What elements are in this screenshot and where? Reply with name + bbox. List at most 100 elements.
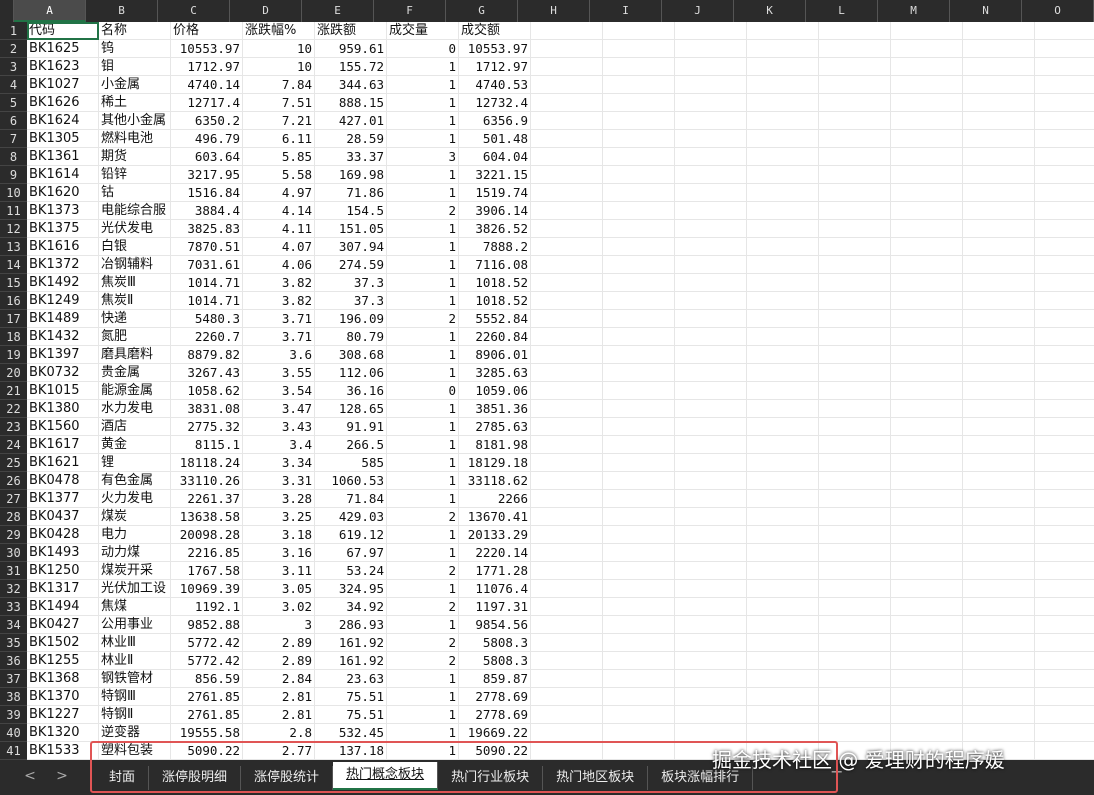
cell[interactable] xyxy=(531,742,603,760)
cell[interactable] xyxy=(1035,724,1094,742)
cell[interactable] xyxy=(963,256,1035,274)
row-number[interactable]: 19 xyxy=(0,346,27,364)
cell[interactable]: 286.93 xyxy=(315,616,387,634)
cell[interactable]: 有色金属 xyxy=(99,472,171,490)
cell[interactable] xyxy=(819,166,891,184)
row-number[interactable]: 27 xyxy=(0,490,27,508)
cell[interactable] xyxy=(603,436,675,454)
cell[interactable] xyxy=(963,184,1035,202)
cell[interactable] xyxy=(603,652,675,670)
row-number[interactable]: 31 xyxy=(0,562,27,580)
cell[interactable] xyxy=(1035,526,1094,544)
cell[interactable]: 1058.62 xyxy=(171,382,243,400)
cell[interactable]: 856.59 xyxy=(171,670,243,688)
cell[interactable] xyxy=(1035,616,1094,634)
cell[interactable]: 1 xyxy=(387,670,459,688)
cell[interactable]: 2761.85 xyxy=(171,706,243,724)
cell[interactable]: 冶钢辅料 xyxy=(99,256,171,274)
cell[interactable] xyxy=(819,688,891,706)
cell[interactable]: 18118.24 xyxy=(171,454,243,472)
cell[interactable] xyxy=(819,544,891,562)
cell[interactable]: BK1560 xyxy=(27,418,99,436)
cell[interactable]: BK1255 xyxy=(27,652,99,670)
cell[interactable] xyxy=(747,652,819,670)
cell[interactable]: 169.98 xyxy=(315,166,387,184)
cell[interactable]: 496.79 xyxy=(171,130,243,148)
row-number[interactable]: 22 xyxy=(0,400,27,418)
cell[interactable]: 9852.88 xyxy=(171,616,243,634)
cell[interactable] xyxy=(603,508,675,526)
cell[interactable] xyxy=(891,274,963,292)
cell[interactable] xyxy=(603,382,675,400)
cell[interactable] xyxy=(819,346,891,364)
cell[interactable] xyxy=(891,40,963,58)
cell[interactable]: 1014.71 xyxy=(171,292,243,310)
cell[interactable]: 1 xyxy=(387,706,459,724)
cell[interactable] xyxy=(963,166,1035,184)
cell[interactable]: 焦炭Ⅱ xyxy=(99,292,171,310)
cell[interactable] xyxy=(963,472,1035,490)
cell[interactable]: 1059.06 xyxy=(459,382,531,400)
cell[interactable]: 公用事业 xyxy=(99,616,171,634)
cell[interactable]: 特钢Ⅲ xyxy=(99,688,171,706)
cell[interactable] xyxy=(603,76,675,94)
column-header-g[interactable]: G xyxy=(446,0,518,22)
cell[interactable]: 锂 xyxy=(99,454,171,472)
cell[interactable]: BK1015 xyxy=(27,382,99,400)
cell[interactable]: 2785.63 xyxy=(459,418,531,436)
row-number[interactable]: 14 xyxy=(0,256,27,274)
cell[interactable]: 75.51 xyxy=(315,688,387,706)
cell[interactable] xyxy=(603,724,675,742)
row-number[interactable]: 32 xyxy=(0,580,27,598)
cell[interactable] xyxy=(675,202,747,220)
next-sheet-icon[interactable]: > xyxy=(48,760,76,795)
row-number[interactable]: 23 xyxy=(0,418,27,436)
sheet-tab[interactable]: 涨停股统计 xyxy=(241,765,334,790)
cell[interactable] xyxy=(603,328,675,346)
cell[interactable]: 1 xyxy=(387,418,459,436)
cell[interactable] xyxy=(891,166,963,184)
cell[interactable] xyxy=(531,184,603,202)
cell[interactable]: 3.6 xyxy=(243,346,315,364)
cell[interactable] xyxy=(891,670,963,688)
cell[interactable]: 1 xyxy=(387,472,459,490)
cell[interactable] xyxy=(891,580,963,598)
cell[interactable] xyxy=(747,256,819,274)
cell[interactable]: 8906.01 xyxy=(459,346,531,364)
cell[interactable]: 4.14 xyxy=(243,202,315,220)
cell[interactable] xyxy=(747,76,819,94)
cell[interactable]: BK1432 xyxy=(27,328,99,346)
cell[interactable]: 91.91 xyxy=(315,418,387,436)
cell[interactable]: 5.85 xyxy=(243,148,315,166)
row-number[interactable]: 41 xyxy=(0,742,27,760)
cell[interactable] xyxy=(891,202,963,220)
cell[interactable]: 5772.42 xyxy=(171,634,243,652)
cell[interactable]: 7.21 xyxy=(243,112,315,130)
cell[interactable]: 1 xyxy=(387,364,459,382)
cell[interactable]: 1 xyxy=(387,292,459,310)
cell[interactable]: 1 xyxy=(387,454,459,472)
row-number[interactable]: 20 xyxy=(0,364,27,382)
cell[interactable]: 3826.52 xyxy=(459,220,531,238)
cell[interactable] xyxy=(675,94,747,112)
header-cell[interactable] xyxy=(747,22,819,40)
column-header-c[interactable]: C xyxy=(158,0,230,22)
cell[interactable] xyxy=(891,454,963,472)
cell[interactable] xyxy=(675,238,747,256)
cell[interactable] xyxy=(1035,400,1094,418)
cell[interactable] xyxy=(963,490,1035,508)
cell[interactable] xyxy=(891,472,963,490)
cell[interactable] xyxy=(963,292,1035,310)
cell[interactable] xyxy=(675,616,747,634)
cell[interactable]: 2.81 xyxy=(243,688,315,706)
cell[interactable] xyxy=(819,526,891,544)
cell[interactable]: 10553.97 xyxy=(459,40,531,58)
cell[interactable] xyxy=(891,490,963,508)
cell[interactable]: 2266 xyxy=(459,490,531,508)
cell[interactable] xyxy=(819,400,891,418)
cell[interactable]: 3.18 xyxy=(243,526,315,544)
column-header-h[interactable]: H xyxy=(518,0,590,22)
cell[interactable]: 67.97 xyxy=(315,544,387,562)
row-number[interactable]: 21 xyxy=(0,382,27,400)
cell[interactable]: 1 xyxy=(387,526,459,544)
